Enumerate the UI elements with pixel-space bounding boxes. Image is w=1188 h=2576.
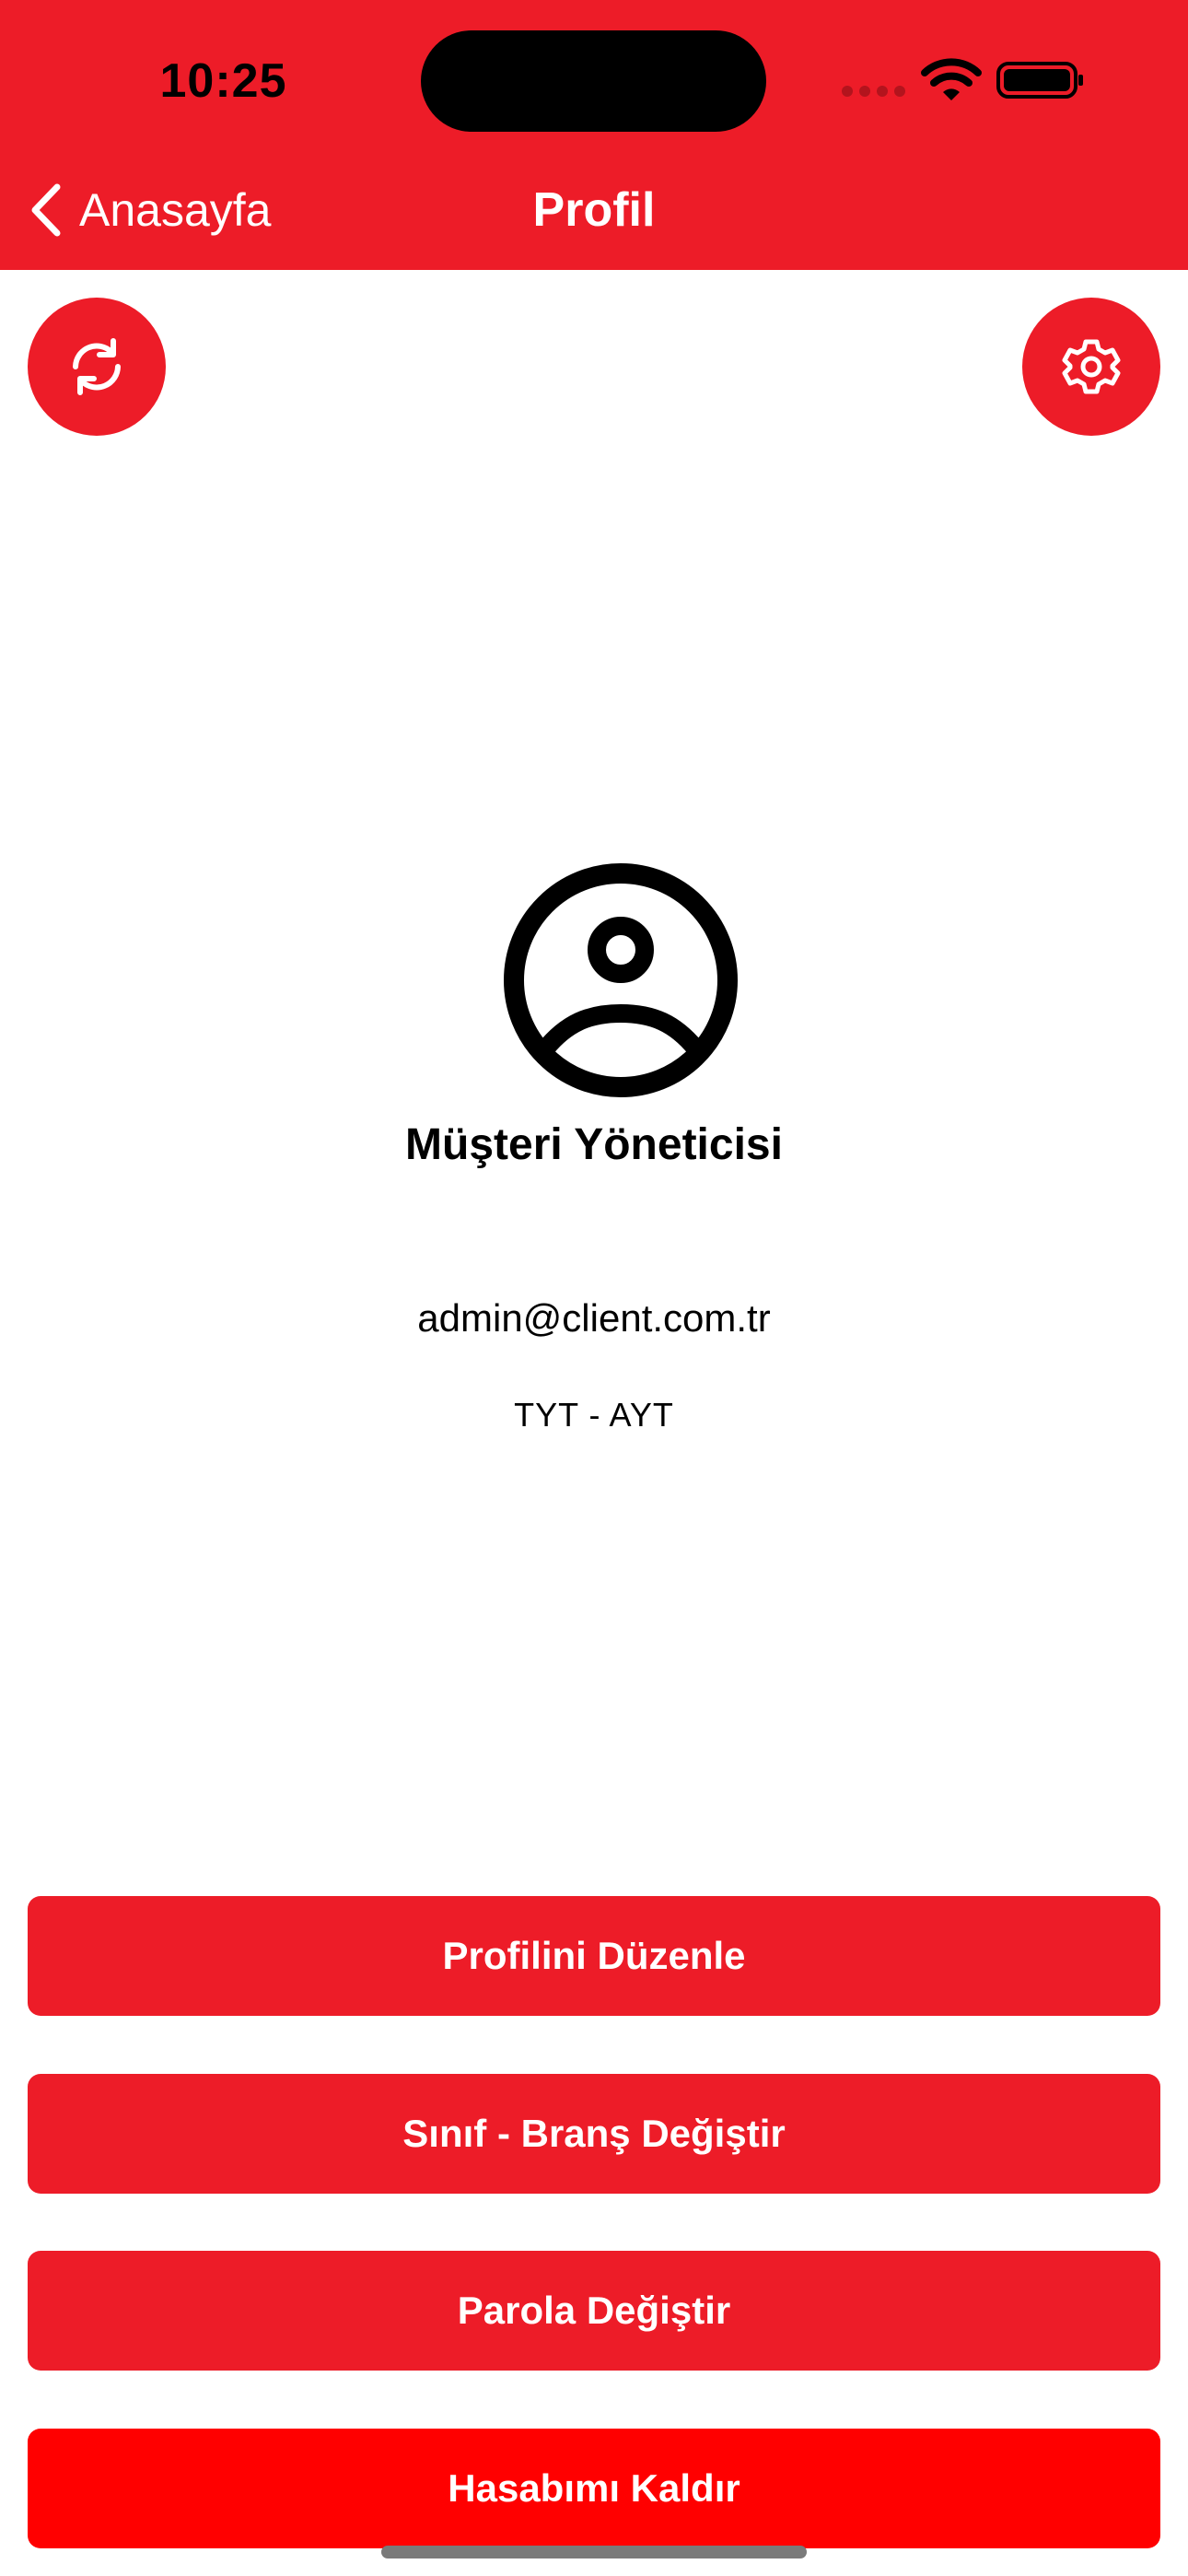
back-button[interactable]: Anasayfa (26, 175, 271, 245)
edit-profile-button[interactable]: Profilini Düzenle (28, 1896, 1160, 2016)
gear-icon (1062, 339, 1121, 394)
status-time: 10:25 (159, 54, 287, 108)
chevron-left-icon (31, 183, 61, 237)
profile-name: Müşteri Yöneticisi (405, 1120, 783, 1169)
back-button-label: Anasayfa (79, 184, 272, 236)
wifi-icon (921, 58, 982, 100)
change-class-button[interactable]: Sınıf - Branş Değiştir (28, 2074, 1160, 2194)
cellular-signal-icon (842, 86, 906, 99)
battery-icon (996, 62, 1083, 99)
home-indicator (381, 2546, 807, 2558)
profile-email: admin@client.com.tr (417, 1296, 771, 1340)
delete-account-button[interactable]: Hasabımı Kaldır (28, 2429, 1160, 2548)
user-circle-icon (504, 863, 738, 1097)
profile-exam-type: TYT - AYT (514, 1396, 674, 1434)
page-title: Profil (532, 183, 656, 237)
refresh-icon (73, 338, 121, 395)
dynamic-island (421, 30, 766, 132)
navigation-header: 10:25 Anasayfa Profil (0, 0, 1188, 270)
refresh-button[interactable] (28, 298, 166, 436)
change-password-button[interactable]: Parola Değiştir (28, 2251, 1160, 2371)
settings-button[interactable] (1022, 298, 1160, 436)
